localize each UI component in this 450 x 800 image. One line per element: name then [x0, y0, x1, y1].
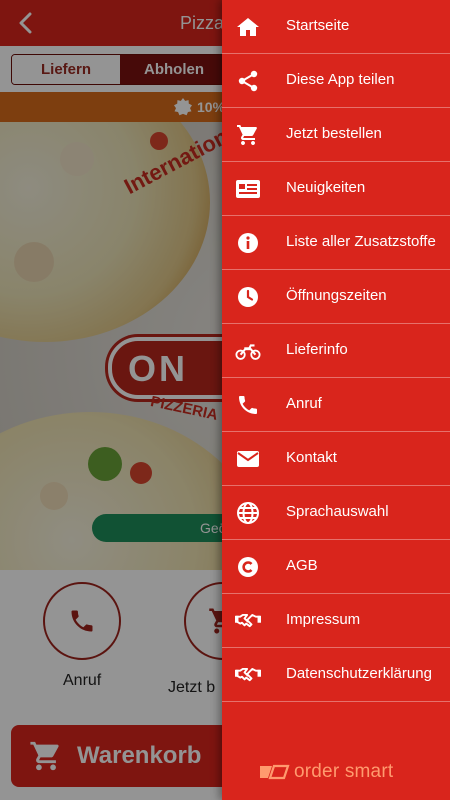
menu-item-terms[interactable]: AGB — [222, 540, 450, 594]
menu-item-startseite[interactable]: Startseite — [222, 0, 450, 54]
envelope-icon — [235, 447, 261, 471]
handshake-icon — [235, 609, 261, 633]
menu-item-share[interactable]: Diese App teilen — [222, 54, 450, 108]
motorcycle-icon — [235, 339, 261, 363]
menu-item-language[interactable]: Sprachauswahl — [222, 486, 450, 540]
menu-item-label: AGB — [286, 557, 318, 574]
menu-item-label: Öffnungszeiten — [286, 287, 387, 304]
menu-item-opening-hours[interactable]: Öffnungszeiten — [222, 270, 450, 324]
menu-item-label: Anruf — [286, 395, 322, 412]
menu-item-label: Datenschutzerklärung — [286, 665, 432, 682]
cart-icon — [235, 123, 261, 147]
info-icon — [235, 231, 261, 255]
handshake-icon — [235, 663, 261, 687]
menu-item-contact[interactable]: Kontakt — [222, 432, 450, 486]
share-icon — [235, 69, 261, 93]
menu-item-label: Sprachauswahl — [286, 503, 389, 520]
menu-item-label: Impressum — [286, 611, 361, 628]
menu-item-order-now[interactable]: Jetzt bestellen — [222, 108, 450, 162]
menu-item-label: Startseite — [286, 17, 350, 34]
clock-icon — [235, 285, 261, 309]
menu-item-privacy[interactable]: Datenschutzerklärung — [222, 648, 450, 702]
news-icon — [235, 177, 261, 201]
menu-item-label: Lieferinfo — [286, 341, 348, 358]
menu-item-additives[interactable]: Liste aller Zusatzstoffe — [222, 216, 450, 270]
phone-icon — [235, 393, 261, 417]
brand-name: order smart — [294, 761, 394, 782]
menu-item-label: Jetzt bestellen — [286, 125, 382, 142]
menu-item-imprint[interactable]: Impressum — [222, 594, 450, 648]
brand-logo: order smart — [258, 761, 393, 783]
menu-item-label: Liste aller Zusatzstoffe — [286, 233, 436, 250]
menu-item-label: Neuigkeiten — [286, 179, 366, 196]
order-smart-logo-icon — [260, 764, 290, 780]
copyright-icon — [235, 555, 261, 579]
menu-item-news[interactable]: Neuigkeiten — [222, 162, 450, 216]
home-icon — [235, 15, 261, 39]
menu-item-label: Kontakt — [286, 449, 337, 466]
menu-item-call[interactable]: Anruf — [222, 378, 450, 432]
navigation-drawer: Startseite Diese App teilen Jetzt bestel… — [222, 0, 450, 800]
menu-item-label: Diese App teilen — [286, 71, 395, 88]
globe-icon — [235, 501, 261, 525]
menu-item-delivery-info[interactable]: Lieferinfo — [222, 324, 450, 378]
